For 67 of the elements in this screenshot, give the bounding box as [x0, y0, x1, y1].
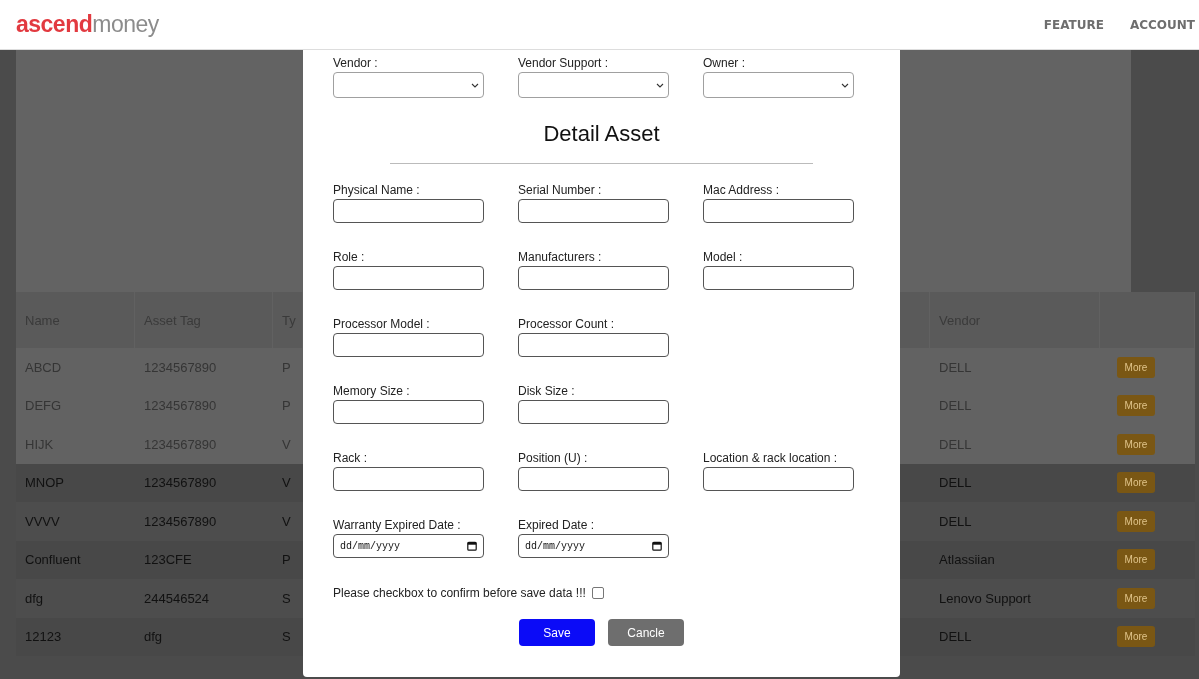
table-cell-text: VVVV: [24, 512, 61, 531]
date-field[interactable]: dd/mm/yyyy: [333, 534, 484, 558]
logo[interactable]: ascendmoney: [16, 11, 159, 38]
input-field[interactable]: [333, 333, 484, 357]
more-button[interactable]: More: [1117, 395, 1155, 417]
more-button[interactable]: More: [1117, 433, 1155, 455]
table-cell-text: S: [281, 589, 292, 608]
input-field[interactable]: [518, 266, 669, 290]
table-cell-text: V: [281, 512, 292, 531]
dropdown-field[interactable]: [703, 72, 854, 98]
dialog-title: Detail Asset: [542, 121, 661, 148]
field-label: Processor Model :: [333, 317, 431, 331]
field-label: Processor Count :: [518, 317, 616, 331]
field-label: Manufacturers :: [518, 250, 603, 264]
checkbox[interactable]: [591, 587, 604, 599]
table-cell-text: DELL: [938, 512, 973, 531]
field-label: Warranty Expired Date :: [333, 518, 462, 532]
field-label: Model :: [703, 250, 744, 264]
table-cell-text: 244546524: [143, 589, 211, 608]
more-button[interactable]: More: [1117, 549, 1155, 571]
input-field[interactable]: [518, 467, 669, 491]
table-cell-text: Lenovo Support: [938, 589, 1032, 608]
calendar-icon: [467, 541, 477, 551]
field-label: Position (U) :: [518, 451, 589, 465]
table-cell-text: Confluent: [24, 551, 82, 570]
table-cell-text: 1234567890: [143, 474, 218, 493]
chevron-down-icon: [841, 82, 849, 88]
field-label: Role :: [333, 250, 366, 264]
more-button[interactable]: More: [1117, 626, 1155, 648]
field-label: Vendor :: [333, 56, 379, 70]
date-field[interactable]: dd/mm/yyyy: [518, 534, 669, 558]
field-label: Physical Name :: [333, 183, 421, 197]
field-label: Location & rack location :: [703, 451, 839, 465]
input-field[interactable]: [333, 467, 484, 491]
field-label: Owner :: [703, 56, 746, 70]
cancel-button[interactable]: Cancle: [608, 619, 684, 646]
field-label: Disk Size :: [518, 384, 576, 398]
input-field[interactable]: [518, 400, 669, 424]
table-cell-text: 1234567890: [143, 512, 218, 531]
input-field[interactable]: [703, 266, 854, 290]
input-field[interactable]: [333, 400, 484, 424]
nav-link[interactable]: ACCOUNT: [1129, 17, 1195, 32]
chevron-down-icon: [471, 82, 479, 88]
calendar-icon: [652, 541, 662, 551]
input-field[interactable]: [703, 199, 854, 223]
input-field[interactable]: [518, 199, 669, 223]
input-field[interactable]: [333, 266, 484, 290]
input-field[interactable]: [518, 333, 669, 357]
field-label: Serial Number :: [518, 183, 603, 197]
more-button[interactable]: More: [1117, 472, 1155, 494]
field-label: Expired Date :: [518, 518, 596, 532]
more-button[interactable]: More: [1117, 510, 1155, 532]
table-cell-text: dfg: [24, 589, 45, 608]
input-field[interactable]: [703, 467, 854, 491]
confirm-text: Please checkbox to confirm before save data !!!: [333, 586, 586, 600]
field-label: Memory Size :: [333, 384, 411, 398]
more-button[interactable]: More: [1117, 356, 1155, 378]
dropdown-field[interactable]: [333, 72, 484, 98]
dropdown-field[interactable]: [518, 72, 669, 98]
field-label: Rack :: [333, 451, 368, 465]
save-button[interactable]: Save: [519, 619, 595, 646]
field-label: Mac Address :: [703, 183, 781, 197]
field-label: Vendor Support :: [518, 56, 610, 70]
nav-link[interactable]: FEATURE: [1043, 17, 1104, 32]
more-button[interactable]: More: [1117, 587, 1155, 609]
chevron-down-icon: [656, 82, 664, 88]
input-field[interactable]: [333, 199, 484, 223]
